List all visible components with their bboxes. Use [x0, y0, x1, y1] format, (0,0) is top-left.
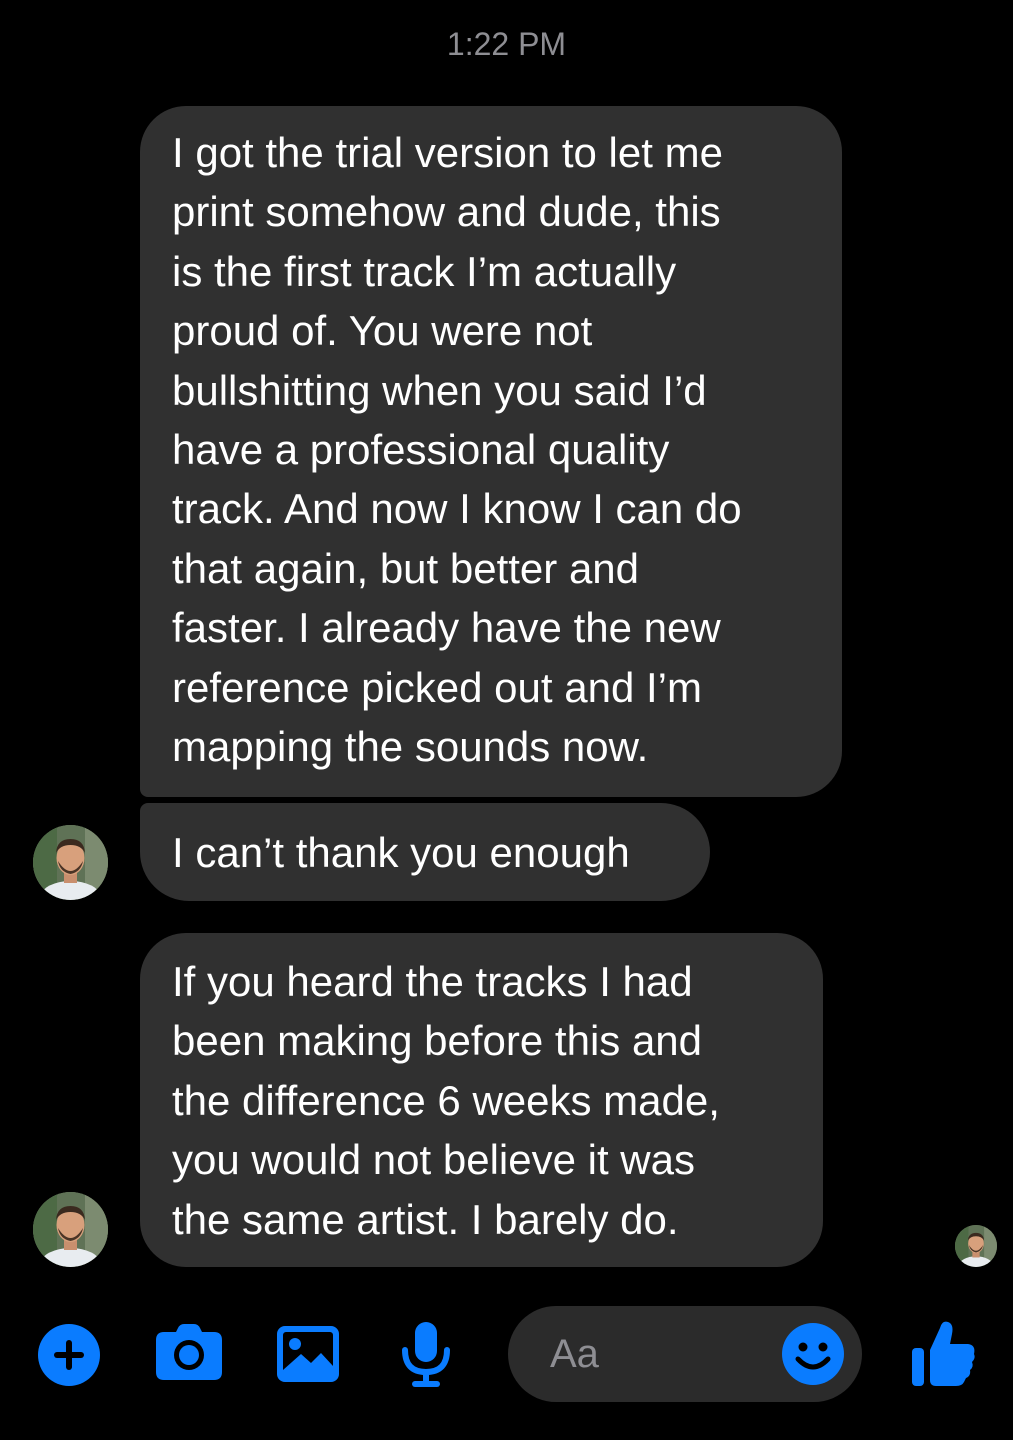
plus-button[interactable] [38, 1324, 100, 1386]
like-button[interactable] [910, 1320, 976, 1388]
camera-icon [156, 1324, 222, 1380]
emoji-button[interactable] [782, 1323, 844, 1390]
image-icon [277, 1326, 339, 1382]
message-composer: Aa [0, 1300, 1013, 1410]
microphone-button[interactable] [400, 1322, 452, 1388]
message-input[interactable]: Aa [508, 1306, 862, 1402]
thumbs-up-icon [912, 1321, 975, 1386]
sender-avatar[interactable] [33, 825, 108, 900]
camera-button[interactable] [156, 1324, 222, 1380]
plus-icon [38, 1324, 100, 1386]
message-bubble[interactable]: I got the trial version to let me print … [140, 106, 842, 797]
message-input-placeholder: Aa [550, 1332, 599, 1376]
message-timestamp: 1:22 PM [446, 26, 567, 62]
emoji-icon [782, 1323, 844, 1385]
read-receipt-avatar [955, 1225, 997, 1267]
message-bubble[interactable]: If you heard the tracks I had been makin… [140, 933, 823, 1267]
sender-avatar[interactable] [33, 1192, 108, 1267]
gallery-button[interactable] [277, 1326, 339, 1382]
microphone-icon [402, 1322, 450, 1387]
message-bubble[interactable]: I can’t thank you enough [140, 803, 710, 901]
